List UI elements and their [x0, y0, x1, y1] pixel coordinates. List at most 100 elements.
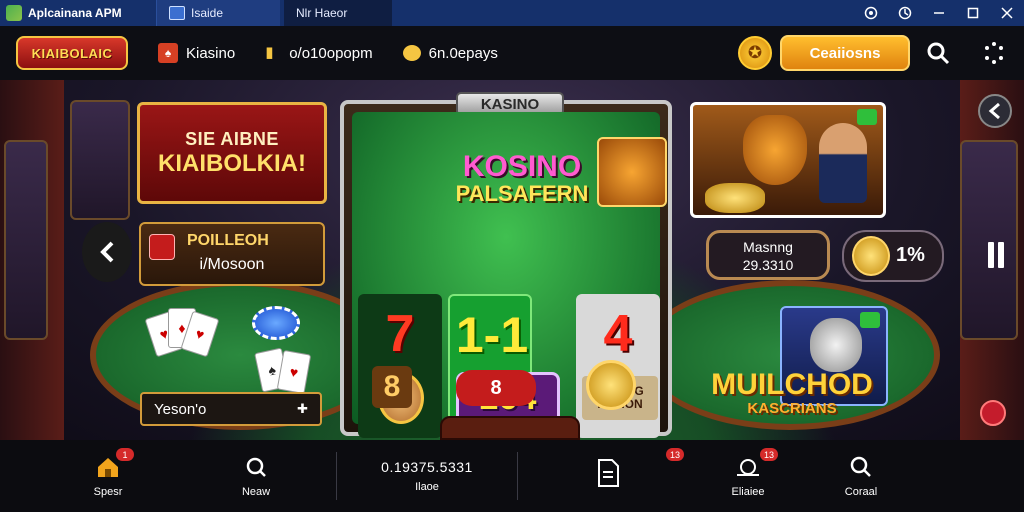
slot-tile-value: 8 — [383, 370, 401, 403]
nav-item-balance[interactable]: 0.19375.5331 Ilaoe — [337, 440, 517, 512]
poker-chip-icon — [252, 306, 300, 340]
stat-pill[interactable]: Masnng 29.3310 — [706, 230, 830, 280]
notification-dot-icon[interactable] — [980, 400, 1006, 426]
document-icon — [595, 459, 621, 487]
slot-title-sub: PALSAFERN — [455, 181, 589, 206]
nav-label: Ilaoe — [415, 481, 439, 493]
arcade-machine-left — [4, 140, 48, 340]
game-stage: SIE AIBNE KIAIBOLKIA! POILLEOH i/Mosoon … — [0, 80, 1024, 440]
magnifier-icon — [848, 454, 874, 480]
coins-icon — [705, 183, 765, 213]
casino-icon: ♠ — [158, 43, 178, 63]
season-select-value: Yeson'o — [154, 400, 207, 418]
multi-title[interactable]: MUILCHOD KASCRIANS — [694, 370, 890, 418]
reel-symbol: 1-1 — [455, 307, 529, 363]
tiger-icon — [597, 137, 667, 207]
topbar-item-chat[interactable]: 6n.0epays — [402, 45, 498, 62]
nav-badge: 13 — [760, 448, 778, 461]
slot-badge-label: KASINO — [480, 95, 540, 113]
app-window: Aplcainana APM Isaide Nlr Haeor KIAIBOLA… — [0, 0, 1024, 512]
nav-item-control[interactable]: Coraal — [798, 440, 924, 512]
playing-cards-icon: ♠ ♥ — [254, 347, 318, 395]
loading-icon[interactable] — [982, 41, 1006, 65]
tab-1-label: Isaide — [191, 6, 224, 20]
new-badge-icon — [860, 312, 880, 328]
chat-icon — [402, 45, 421, 61]
tiger-promo-card[interactable] — [690, 102, 886, 218]
brand-logo[interactable]: KIAIBOLAIC — [16, 36, 128, 70]
topbar-item-label: Kiasino — [186, 44, 236, 62]
promo-banner[interactable]: SIE AIBNE KIAIBOLKIA! — [137, 102, 327, 204]
target-icon[interactable] — [854, 0, 888, 26]
window-titlebar: Aplcainana APM Isaide Nlr Haeor — [0, 0, 1024, 26]
snail-icon — [735, 454, 761, 480]
slot-title: KOSINO PALSAFERN — [432, 152, 612, 206]
new-badge-icon — [857, 109, 877, 125]
chevron-left-icon[interactable] — [82, 222, 132, 282]
nav-item-home[interactable]: 1 Spesr — [0, 440, 216, 512]
app-title: Aplcainana APM — [0, 0, 156, 26]
app-logo-icon — [6, 5, 22, 21]
brand-logo-text: KIAIBOLAIC — [31, 45, 113, 61]
nav-label: Coraal — [844, 486, 878, 498]
nav-label: Spesr — [93, 486, 123, 498]
multi-title-sub: KASCRIANS — [747, 400, 837, 417]
tab-1[interactable]: Isaide — [156, 0, 280, 26]
close-icon[interactable] — [990, 0, 1024, 26]
topbar-item-balance[interactable]: ▮ o/o10opopm — [265, 45, 372, 62]
nav-item-view[interactable]: Neaw — [216, 440, 296, 512]
bottom-nav: 1 Spesr Neaw 0.19375.5331 Ilaoe 13 13 El… — [0, 440, 1024, 512]
search-icon — [243, 454, 269, 480]
money-bag-icon — [852, 236, 890, 276]
nav-item-share[interactable]: 13 Eliaiee — [698, 440, 798, 512]
reel-symbol: 7 — [385, 305, 415, 363]
nav-label: Neaw — [241, 486, 271, 498]
promo-card[interactable]: POILLEOH i/Mosoon — [139, 222, 325, 286]
nav-label: Eliaiee — [731, 486, 765, 498]
minimize-icon[interactable] — [922, 0, 956, 26]
gift-icon — [149, 234, 175, 260]
stat-value: 29.3310 — [742, 257, 794, 273]
back-icon[interactable] — [978, 94, 1012, 128]
tab-2[interactable]: Nlr Haeor — [284, 0, 392, 26]
playing-cards-icon: ♥ ♦ ♥ — [144, 308, 220, 358]
topbar-item-label: o/o10opopm — [289, 44, 373, 62]
nav-badge: 1 — [116, 448, 134, 461]
slot-title-main: KOSINO — [462, 150, 582, 183]
promo-card-title: POILLEOH — [187, 232, 269, 249]
top-bar: KIAIBOLAIC ♠ Kiasino ▮ o/o10opopm 6n.0ep… — [0, 26, 1024, 80]
nav-item-document[interactable]: 13 — [518, 440, 698, 512]
coin-icon — [586, 360, 636, 410]
reel-symbol: 4 — [603, 305, 633, 363]
nav-badge: 13 — [666, 448, 684, 461]
maximize-icon[interactable] — [956, 0, 990, 26]
stat-label: Masnng — [743, 239, 793, 255]
tab-2-label: Nlr Haeor — [296, 6, 348, 20]
search-icon[interactable] — [924, 39, 952, 67]
player-avatar — [819, 123, 867, 203]
promo-card-subtitle: i/Mosoon — [199, 256, 265, 273]
pause-icon[interactable] — [980, 230, 1012, 280]
dice-icon: 8 — [456, 370, 536, 406]
cta-button-label: Ceaiiosns — [809, 44, 881, 62]
multi-title-main: MUILCHOD — [711, 368, 873, 401]
pause-bar — [998, 242, 1004, 268]
image-icon — [169, 6, 185, 20]
cta-button[interactable]: Ceaiiosns — [780, 35, 910, 71]
coins-icon: ▮ — [265, 44, 274, 61]
app-name: Aplcainana APM — [28, 6, 122, 20]
playing-card: ♥ — [276, 349, 312, 395]
season-select[interactable]: Yeson'o ✚ — [140, 392, 322, 426]
promo-banner-line2: KIAIBOLKIA! — [158, 149, 306, 177]
topbar-item-kiasino[interactable]: ♠ Kiasino — [158, 43, 235, 63]
slot-lever[interactable] — [440, 416, 580, 440]
trophy-icon[interactable]: ✪ — [738, 36, 772, 70]
plus-icon: ✚ — [297, 401, 308, 416]
promo-banner-line1: SIE AIBNE — [185, 128, 279, 149]
slot-tile-8: 8 — [372, 366, 412, 408]
balance-value: 0.19375.5331 — [381, 459, 473, 475]
settings-icon[interactable] — [888, 0, 922, 26]
percent-value: 1% — [896, 244, 925, 266]
pause-bar — [988, 242, 994, 268]
panther-icon — [810, 318, 862, 372]
